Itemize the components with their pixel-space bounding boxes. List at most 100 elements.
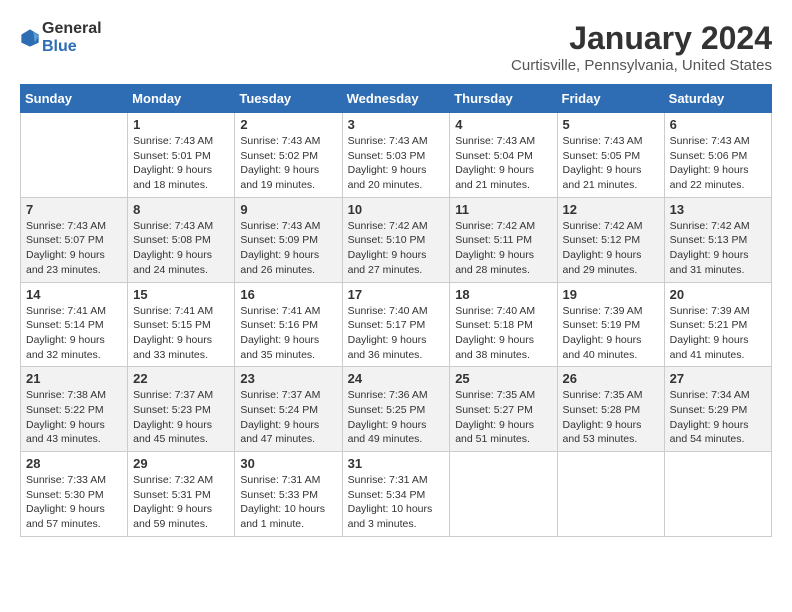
day-detail: Sunrise: 7:43 AMSunset: 5:04 PMDaylight:… bbox=[455, 134, 551, 193]
calendar-table: SundayMondayTuesdayWednesdayThursdayFrid… bbox=[20, 84, 772, 537]
day-detail: Sunrise: 7:42 AMSunset: 5:12 PMDaylight:… bbox=[563, 219, 659, 278]
calendar-cell: 14 Sunrise: 7:41 AMSunset: 5:14 PMDayligh… bbox=[21, 282, 128, 367]
day-detail: Sunrise: 7:43 AMSunset: 5:02 PMDaylight:… bbox=[240, 134, 336, 193]
day-detail: Sunrise: 7:42 AMSunset: 5:13 PMDaylight:… bbox=[670, 219, 766, 278]
day-number: 24 bbox=[348, 371, 445, 386]
day-number: 30 bbox=[240, 456, 336, 471]
day-number: 31 bbox=[348, 456, 445, 471]
calendar-cell bbox=[557, 452, 664, 537]
calendar-cell: 31Sunrise: 7:31 AMSunset: 5:34 PMDayligh… bbox=[342, 452, 450, 537]
day-detail: Sunrise: 7:40 AMSunset: 5:17 PMDaylight:… bbox=[348, 304, 445, 363]
day-number: 17 bbox=[348, 287, 445, 302]
month-title: January 2024 bbox=[511, 20, 772, 57]
day-detail: Sunrise: 7:43 AMSunset: 5:09 PMDaylight:… bbox=[240, 219, 336, 278]
weekday-header-wednesday: Wednesday bbox=[342, 85, 450, 113]
day-detail: Sunrise: 7:35 AMSunset: 5:27 PMDaylight:… bbox=[455, 388, 551, 447]
calendar-cell: 7 Sunrise: 7:43 AMSunset: 5:07 PMDaylight… bbox=[21, 197, 128, 282]
week-row-3: 14 Sunrise: 7:41 AMSunset: 5:14 PMDayligh… bbox=[21, 282, 772, 367]
calendar-cell: 11 Sunrise: 7:42 AMSunset: 5:11 PMDayligh… bbox=[450, 197, 557, 282]
day-number: 4 bbox=[455, 117, 551, 132]
weekday-header-row: SundayMondayTuesdayWednesdayThursdayFrid… bbox=[21, 85, 772, 113]
day-number: 3 bbox=[348, 117, 445, 132]
calendar-cell: 23Sunrise: 7:37 AMSunset: 5:24 PMDayligh… bbox=[235, 367, 342, 452]
day-number: 1 bbox=[133, 117, 229, 132]
day-detail: Sunrise: 7:39 AMSunset: 5:19 PMDaylight:… bbox=[563, 304, 659, 363]
calendar-cell: 2 Sunrise: 7:43 AMSunset: 5:02 PMDaylight… bbox=[235, 113, 342, 198]
calendar-cell: 10 Sunrise: 7:42 AMSunset: 5:10 PMDayligh… bbox=[342, 197, 450, 282]
logo-line1: General bbox=[42, 20, 102, 38]
day-number: 23 bbox=[240, 371, 336, 386]
day-detail: Sunrise: 7:43 AMSunset: 5:05 PMDaylight:… bbox=[563, 134, 659, 193]
day-number: 7 bbox=[26, 202, 122, 217]
day-detail: Sunrise: 7:43 AMSunset: 5:06 PMDaylight:… bbox=[670, 134, 766, 193]
title-block: January 2024 Curtisville, Pennsylvania, … bbox=[511, 20, 772, 74]
calendar-cell: 12 Sunrise: 7:42 AMSunset: 5:12 PMDayligh… bbox=[557, 197, 664, 282]
calendar-cell bbox=[664, 452, 771, 537]
calendar-cell: 24 Sunrise: 7:36 AMSunset: 5:25 PMDayligh… bbox=[342, 367, 450, 452]
calendar-cell bbox=[450, 452, 557, 537]
weekday-header-tuesday: Tuesday bbox=[235, 85, 342, 113]
logo-line2: Blue bbox=[42, 38, 102, 56]
day-number: 6 bbox=[670, 117, 766, 132]
calendar-cell: 18 Sunrise: 7:40 AMSunset: 5:18 PMDayligh… bbox=[450, 282, 557, 367]
day-number: 18 bbox=[455, 287, 551, 302]
day-number: 5 bbox=[563, 117, 659, 132]
day-detail: Sunrise: 7:43 AMSunset: 5:07 PMDaylight:… bbox=[26, 219, 122, 278]
calendar-cell: 1Sunrise: 7:43 AMSunset: 5:01 PMDaylight… bbox=[128, 113, 235, 198]
calendar-cell bbox=[21, 113, 128, 198]
calendar-cell: 13 Sunrise: 7:42 AMSunset: 5:13 PMDayligh… bbox=[664, 197, 771, 282]
day-detail: Sunrise: 7:39 AMSunset: 5:21 PMDaylight:… bbox=[670, 304, 766, 363]
week-row-5: 28Sunrise: 7:33 AMSunset: 5:30 PMDayligh… bbox=[21, 452, 772, 537]
calendar-cell: 27Sunrise: 7:34 AMSunset: 5:29 PMDayligh… bbox=[664, 367, 771, 452]
day-detail: Sunrise: 7:41 AMSunset: 5:16 PMDaylight:… bbox=[240, 304, 336, 363]
day-detail: Sunrise: 7:37 AMSunset: 5:23 PMDaylight:… bbox=[133, 388, 229, 447]
calendar-cell: 8 Sunrise: 7:43 AMSunset: 5:08 PMDaylight… bbox=[128, 197, 235, 282]
day-detail: Sunrise: 7:38 AMSunset: 5:22 PMDaylight:… bbox=[26, 388, 122, 447]
calendar-cell: 6 Sunrise: 7:43 AMSunset: 5:06 PMDaylight… bbox=[664, 113, 771, 198]
weekday-header-thursday: Thursday bbox=[450, 85, 557, 113]
calendar-cell: 5 Sunrise: 7:43 AMSunset: 5:05 PMDaylight… bbox=[557, 113, 664, 198]
day-number: 2 bbox=[240, 117, 336, 132]
day-detail: Sunrise: 7:42 AMSunset: 5:10 PMDaylight:… bbox=[348, 219, 445, 278]
calendar-cell: 30 Sunrise: 7:31 AMSunset: 5:33 PMDayligh… bbox=[235, 452, 342, 537]
calendar-cell: 26 Sunrise: 7:35 AMSunset: 5:28 PMDayligh… bbox=[557, 367, 664, 452]
day-number: 21 bbox=[26, 371, 122, 386]
calendar-cell: 29Sunrise: 7:32 AMSunset: 5:31 PMDayligh… bbox=[128, 452, 235, 537]
day-number: 13 bbox=[670, 202, 766, 217]
day-detail: Sunrise: 7:36 AMSunset: 5:25 PMDaylight:… bbox=[348, 388, 445, 447]
calendar-cell: 4 Sunrise: 7:43 AMSunset: 5:04 PMDaylight… bbox=[450, 113, 557, 198]
day-number: 11 bbox=[455, 202, 551, 217]
calendar-cell: 22 Sunrise: 7:37 AMSunset: 5:23 PMDayligh… bbox=[128, 367, 235, 452]
day-number: 12 bbox=[563, 202, 659, 217]
calendar-cell: 15Sunrise: 7:41 AMSunset: 5:15 PMDayligh… bbox=[128, 282, 235, 367]
weekday-header-sunday: Sunday bbox=[21, 85, 128, 113]
day-detail: Sunrise: 7:31 AMSunset: 5:33 PMDaylight:… bbox=[240, 473, 336, 532]
day-number: 16 bbox=[240, 287, 336, 302]
day-number: 25 bbox=[455, 371, 551, 386]
day-number: 14 bbox=[26, 287, 122, 302]
day-number: 29 bbox=[133, 456, 229, 471]
logo: General Blue bbox=[20, 20, 102, 56]
weekday-header-friday: Friday bbox=[557, 85, 664, 113]
day-detail: Sunrise: 7:35 AMSunset: 5:28 PMDaylight:… bbox=[563, 388, 659, 447]
day-detail: Sunrise: 7:43 AMSunset: 5:03 PMDaylight:… bbox=[348, 134, 445, 193]
day-number: 10 bbox=[348, 202, 445, 217]
location: Curtisville, Pennsylvania, United States bbox=[511, 57, 772, 74]
calendar-cell: 25 Sunrise: 7:35 AMSunset: 5:27 PMDayligh… bbox=[450, 367, 557, 452]
day-number: 22 bbox=[133, 371, 229, 386]
day-number: 26 bbox=[563, 371, 659, 386]
day-number: 28 bbox=[26, 456, 122, 471]
day-number: 15 bbox=[133, 287, 229, 302]
weekday-header-monday: Monday bbox=[128, 85, 235, 113]
calendar-cell: 17 Sunrise: 7:40 AMSunset: 5:17 PMDayligh… bbox=[342, 282, 450, 367]
day-detail: Sunrise: 7:41 AMSunset: 5:14 PMDaylight:… bbox=[26, 304, 122, 363]
calendar-cell: 28Sunrise: 7:33 AMSunset: 5:30 PMDayligh… bbox=[21, 452, 128, 537]
day-number: 19 bbox=[563, 287, 659, 302]
day-detail: Sunrise: 7:42 AMSunset: 5:11 PMDaylight:… bbox=[455, 219, 551, 278]
day-number: 8 bbox=[133, 202, 229, 217]
day-number: 27 bbox=[670, 371, 766, 386]
weekday-header-saturday: Saturday bbox=[664, 85, 771, 113]
day-detail: Sunrise: 7:40 AMSunset: 5:18 PMDaylight:… bbox=[455, 304, 551, 363]
calendar-cell: 20Sunrise: 7:39 AMSunset: 5:21 PMDayligh… bbox=[664, 282, 771, 367]
day-detail: Sunrise: 7:43 AMSunset: 5:08 PMDaylight:… bbox=[133, 219, 229, 278]
